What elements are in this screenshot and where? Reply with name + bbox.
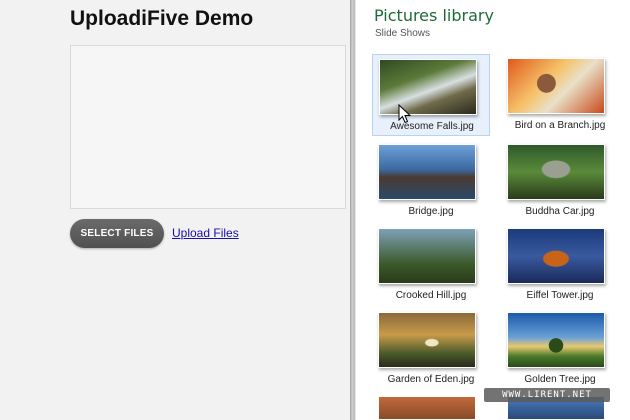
file-thumbnail [507, 144, 605, 200]
select-files-button[interactable]: SELECT FILES [70, 219, 164, 248]
file-name: Bridge.jpg [408, 206, 454, 217]
file-thumbnail [507, 312, 605, 368]
file-thumbnail-partial[interactable] [378, 396, 476, 420]
file-tile-buddha-car[interactable]: Buddha Car.jpg [501, 140, 619, 222]
file-thumbnail [378, 228, 476, 284]
file-name: Crooked Hill.jpg [395, 290, 467, 301]
file-tile-bridge[interactable]: Bridge.jpg [372, 140, 490, 222]
file-tile-awesome-falls[interactable]: Awesome Falls.jpg [372, 54, 490, 136]
file-thumbnail [378, 312, 476, 368]
file-picker: Pictures library Slide Shows Awesome Fal… [355, 0, 630, 420]
upload-files-link[interactable]: Upload Files [172, 226, 239, 240]
watermark: WWW.LIRENT.NET [484, 388, 610, 402]
mouse-pointer-icon [398, 104, 412, 124]
library-title: Pictures library [374, 6, 494, 25]
file-tile-garden-of-eden[interactable]: Garden of Eden.jpg [372, 308, 490, 390]
file-tile-eiffel-tower[interactable]: Eiffel Tower.jpg [501, 224, 619, 306]
file-tile-golden-tree[interactable]: Golden Tree.jpg [501, 308, 619, 390]
file-tile-crooked-hill[interactable]: Crooked Hill.jpg [372, 224, 490, 306]
demo-page: UploadiFive Demo SELECT FILES Upload Fil… [0, 0, 352, 420]
file-thumbnail [378, 144, 476, 200]
library-subtitle: Slide Shows [375, 28, 431, 39]
file-name: Eiffel Tower.jpg [526, 290, 594, 301]
file-thumbnail [379, 59, 477, 115]
file-name: Buddha Car.jpg [525, 206, 595, 217]
file-name: Awesome Falls.jpg [390, 121, 474, 132]
file-thumbnail [507, 58, 605, 114]
file-thumbnail [507, 228, 605, 284]
file-name: Garden of Eden.jpg [387, 374, 475, 385]
page-title: UploadiFive Demo [70, 7, 254, 30]
upload-queue [70, 45, 346, 209]
file-name: Golden Tree.jpg [524, 374, 596, 385]
file-tile-bird-on-a-branch[interactable]: Bird on a Branch.jpg [501, 54, 619, 136]
file-name: Bird on a Branch.jpg [514, 120, 606, 131]
